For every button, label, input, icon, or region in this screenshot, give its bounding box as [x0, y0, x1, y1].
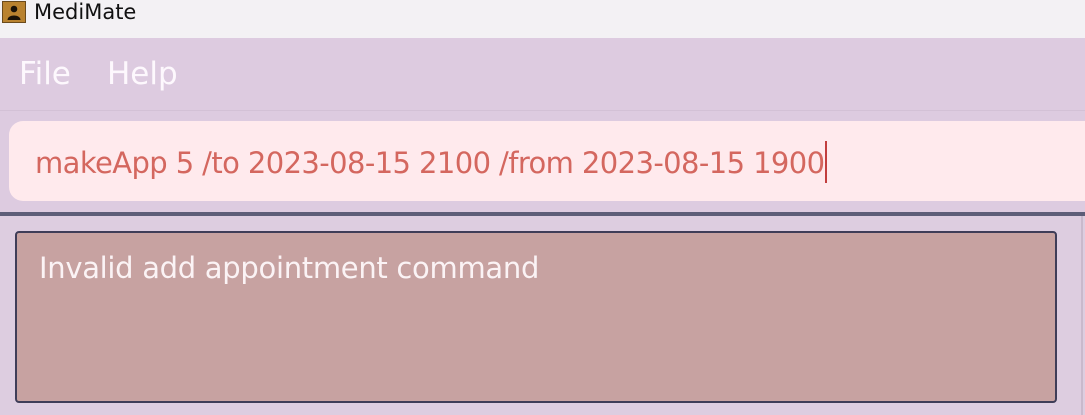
menu-file[interactable]: File — [19, 55, 71, 93]
scrollbar-edge — [1081, 216, 1083, 415]
menu-help[interactable]: Help — [107, 55, 178, 93]
command-input-text: makeApp 5 /to 2023-08-15 2100 /from 2023… — [35, 141, 828, 183]
menu-bar: File Help — [0, 38, 1085, 111]
title-bar: MediMate — [0, 0, 1085, 38]
command-area: makeApp 5 /to 2023-08-15 2100 /from 2023… — [0, 111, 1085, 212]
result-display: Invalid add appointment command — [15, 231, 1057, 403]
command-input[interactable]: makeApp 5 /to 2023-08-15 2100 /from 2023… — [9, 121, 1085, 201]
text-caret — [825, 141, 828, 183]
result-area: Invalid add appointment command — [0, 216, 1085, 415]
command-value: makeApp 5 /to 2023-08-15 2100 /from 2023… — [35, 146, 825, 180]
contact-book-icon — [2, 1, 26, 23]
result-message: Invalid add appointment command — [39, 251, 540, 285]
window-title: MediMate — [34, 0, 137, 24]
